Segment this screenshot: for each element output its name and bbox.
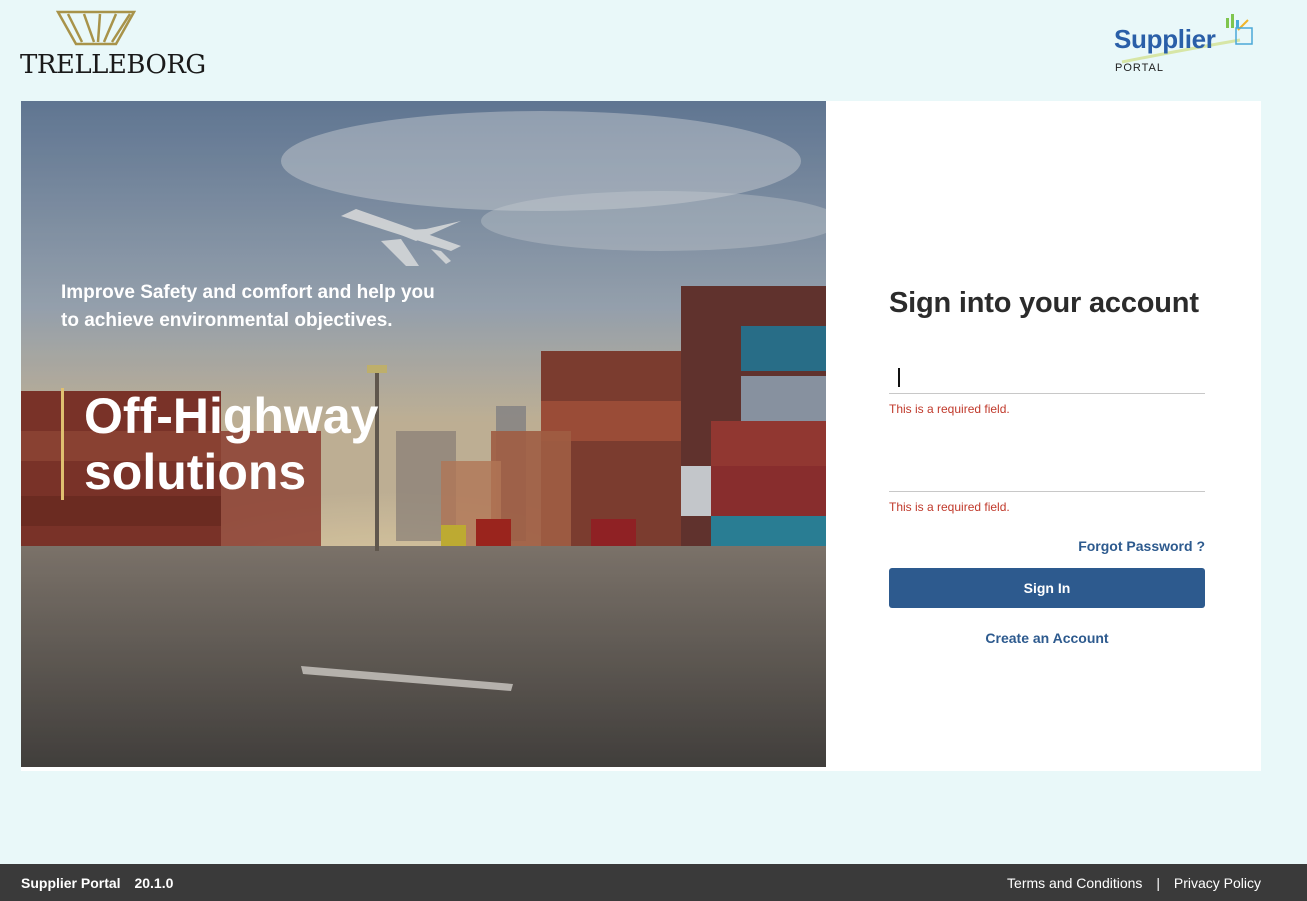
password-input[interactable] <box>889 458 1205 491</box>
footer-links: Terms and Conditions | Privacy Policy <box>1007 875 1261 891</box>
footer-app-info: Supplier Portal 20.1.0 <box>21 875 173 891</box>
signin-form: Sign into your account This is a require… <box>889 287 1205 646</box>
supplier-portal-logo: Supplier PORTAL <box>1112 10 1262 80</box>
footer: Supplier Portal 20.1.0 Terms and Conditi… <box>0 864 1307 901</box>
trelleborg-wordmark: TRELLEBORG <box>20 50 206 80</box>
text-cursor <box>898 368 900 387</box>
forgot-password-link[interactable]: Forgot Password ? <box>889 538 1205 554</box>
username-field[interactable] <box>889 360 1205 394</box>
create-account-link[interactable]: Create an Account <box>889 630 1205 646</box>
username-error: This is a required field. <box>889 402 1010 416</box>
footer-app-name: Supplier Portal <box>21 875 121 891</box>
hero-headline-line1: Off-Highway <box>84 388 379 444</box>
hero-banner: Improve Safety and comfort and help you … <box>21 101 826 767</box>
hero-tagline: Improve Safety and comfort and help you … <box>61 282 435 331</box>
trelleborg-emblem-icon <box>56 10 136 46</box>
terms-link[interactable]: Terms and Conditions <box>1007 875 1142 891</box>
footer-version: 20.1.0 <box>134 875 174 891</box>
hero-headline-block: Off-Highway solutions <box>61 388 424 500</box>
login-card: Improve Safety and comfort and help you … <box>21 101 1261 771</box>
supplier-wordmark: Supplier <box>1114 24 1216 54</box>
hero-headline: Off-Highway solutions <box>84 388 424 500</box>
signin-button[interactable]: Sign In <box>889 568 1205 608</box>
hero-headline-line2: solutions <box>84 444 307 500</box>
signin-title: Sign into your account <box>889 287 1199 319</box>
username-input[interactable] <box>889 360 1205 393</box>
portal-wordmark: PORTAL <box>1115 62 1164 74</box>
trelleborg-logo: TRELLEBORG <box>20 10 206 80</box>
privacy-link[interactable]: Privacy Policy <box>1174 875 1261 891</box>
password-error: This is a required field. <box>889 500 1010 514</box>
footer-separator: | <box>1156 875 1160 891</box>
password-field[interactable] <box>889 458 1205 492</box>
